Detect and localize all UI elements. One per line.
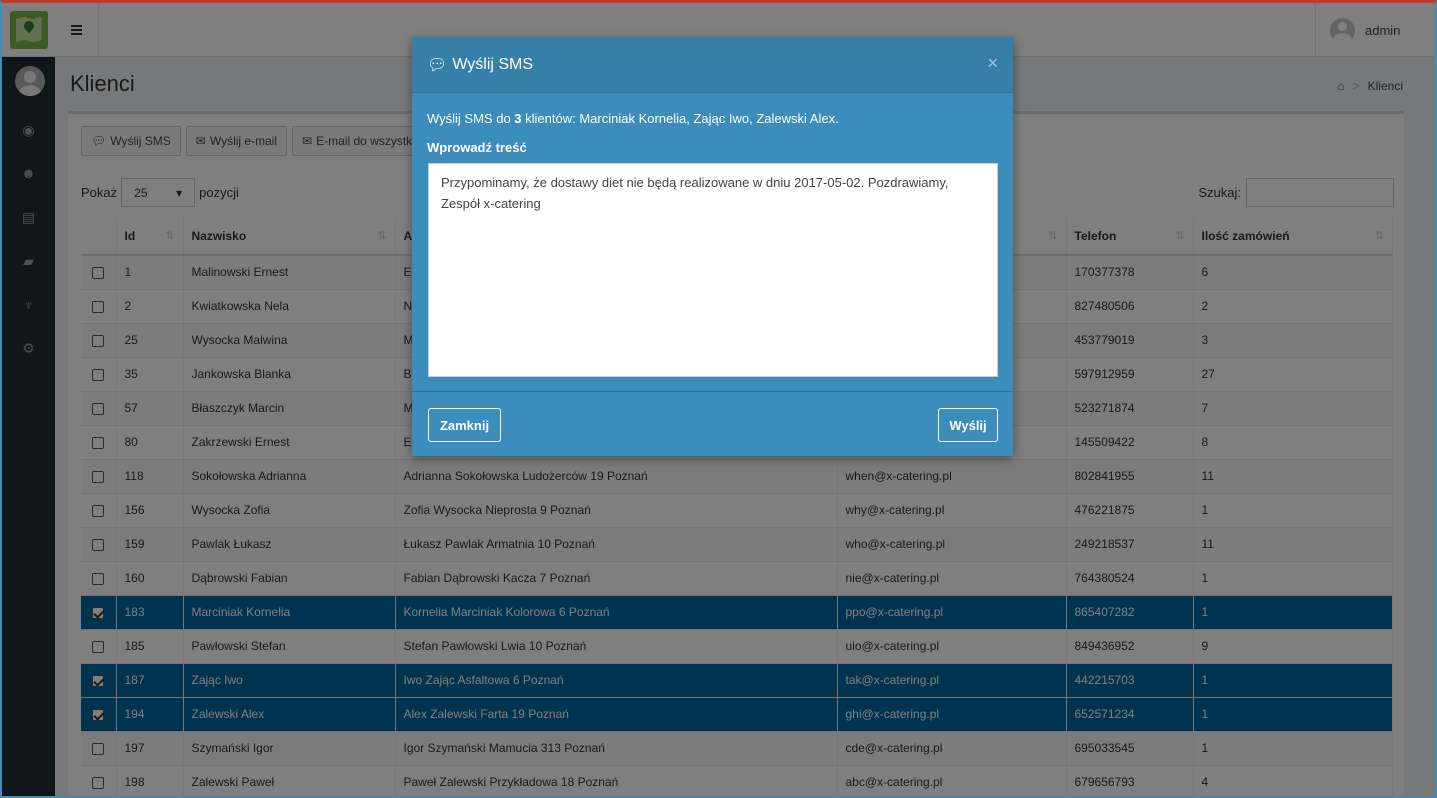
content-label: Wprowadź treść [427,140,527,155]
app-window: ◉ ☻ ▤ ▰ ♆ ⚙ admin Klienci ⌂ > Klienci 💬︎… [0,0,1437,798]
send-sms-modal: 💬︎ Wyślij SMS × Wyślij SMS do 3 klientów… [412,37,1013,456]
send-button[interactable]: Wyślij [938,408,998,442]
sms-message-textarea[interactable]: Przypominamy, że dostawy diet nie będą r… [428,163,998,377]
modal-header: 💬︎ Wyślij SMS × [412,37,1013,93]
info-count: 3 [514,111,522,126]
close-icon[interactable]: × [987,53,998,74]
modal-recipients-info: Wyślij SMS do 3 klientów: Marciniak Korn… [427,111,839,126]
modal-footer: Zamknij Wyślij [412,391,1013,456]
comment-icon: 💬︎ [427,56,448,74]
info-suffix: klientów: Marciniak Kornelia, Zając Iwo,… [521,111,839,126]
close-button[interactable]: Zamknij [428,408,501,442]
modal-title: 💬︎ Wyślij SMS [427,55,533,75]
modal-body: Wyślij SMS do 3 klientów: Marciniak Korn… [412,93,1013,391]
info-prefix: Wyślij SMS do [427,111,515,126]
modal-title-text: Wyślij SMS [452,55,534,73]
